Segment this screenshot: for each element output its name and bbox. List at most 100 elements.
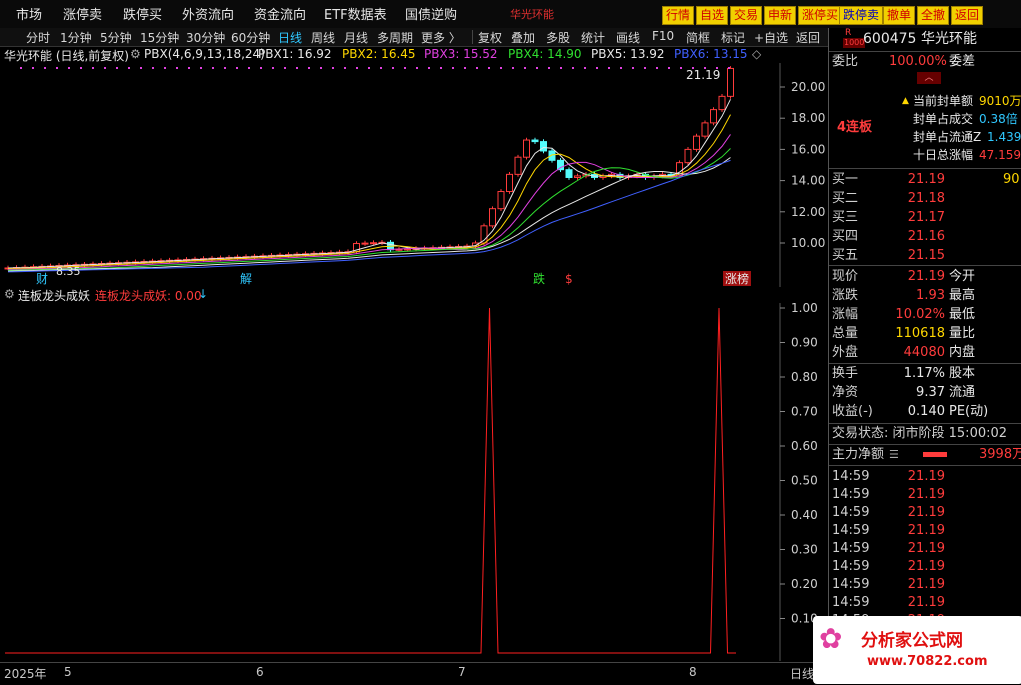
collapse-chevron-icon[interactable]: ︿ [917,72,941,84]
candle-body [701,122,709,137]
bid-row[interactable]: 买五 21.15 [829,247,1021,265]
tool-simple-frame[interactable]: 简框 [686,29,710,46]
cancel-all-button[interactable]: 全撤 [917,6,950,25]
period-more[interactable]: 更多 〉 [421,29,461,46]
date-label-month-7: 7 [458,665,466,679]
bid-price: 21.16 [907,229,945,244]
tool-back[interactable]: 返回 [796,29,820,46]
signal-dot [428,67,430,69]
seal-row-value: 47.159 [979,148,1021,162]
ipo-button[interactable]: 申新 [764,6,797,25]
signal-dot [20,67,22,69]
watchlist-button[interactable]: 自选 [696,6,729,25]
last-price-label: 21.19 [686,68,720,82]
tool-restore-rights[interactable]: 复权 [478,29,502,46]
signal-dot [212,67,214,69]
period-1min[interactable]: 1分钟 [60,29,92,46]
stat-value: 10.02% [895,307,945,322]
candle-body [370,242,377,245]
period-60min[interactable]: 60分钟 [231,29,270,46]
stat-row: 净资 9.37 流通 [829,384,1021,402]
cancel-order-button[interactable]: 撤单 [883,6,916,25]
bid-label: 买一 [832,172,859,187]
settings-gear-icon[interactable]: ⚙ [130,47,141,61]
seal-row-label: 当前封单额 [913,94,974,108]
candle-body [489,208,496,227]
period-label[interactable]: 日线 [790,665,814,682]
tool-overlay[interactable]: 叠加 [511,29,535,46]
candle-body [718,95,726,111]
date-label-month-8: 8 [689,665,697,679]
period-daily[interactable]: 日线 [278,29,302,46]
back-button[interactable]: 返回 [951,6,984,25]
tool-f10[interactable]: F10 [652,29,674,43]
signal-dot [632,67,634,69]
menu-reverse-repo[interactable]: 国债逆购 [405,4,457,23]
bid-row[interactable]: 买四 21.16 [829,228,1021,246]
r-badge: R [845,28,852,38]
limit-up-buy-button[interactable]: 涨停买 [798,6,843,25]
menu-foreign-flow[interactable]: 外资流向 [182,4,234,23]
candle-body [574,175,581,178]
menu-etf-table[interactable]: ETF数据表 [324,4,387,23]
menu-fund-flow[interactable]: 资金流向 [254,4,306,23]
pbx2-label: PBX2: 16.45 [342,47,416,61]
period-15min[interactable]: 15分钟 [140,29,179,46]
period-timeshare[interactable]: 分时 [26,29,50,46]
ma-line [7,114,731,270]
signal-dot [152,67,154,69]
tool-draw-line[interactable]: 画线 [616,29,640,46]
menu-limit-up-sell[interactable]: 涨停卖 [63,4,102,23]
period-5min[interactable]: 5分钟 [100,29,132,46]
tool-mark[interactable]: 标记 [721,29,745,46]
trade-status: 交易状态: 闭市阶段 15:00:02 [832,426,1008,441]
stat-value: 1.17% [903,366,945,381]
limit-down-sell-button[interactable]: 跌停卖 [839,6,884,25]
date-axis: 2025年 5 6 7 8 日线 [0,662,828,685]
signal-dot [80,67,82,69]
signal-dot [260,67,262,69]
bid-row[interactable]: 买一 21.19 90 [829,171,1021,189]
tick-price: 21.19 [907,541,945,556]
settings-gear-icon[interactable]: ⚙ [4,287,15,301]
signal-dot [512,67,514,69]
quote-button[interactable]: 行情 [662,6,695,25]
tick-price: 21.19 [907,595,945,610]
signal-dot [176,67,178,69]
period-weekly[interactable]: 周线 [311,29,335,46]
bid-row[interactable]: 买三 21.17 [829,209,1021,227]
period-monthly[interactable]: 月线 [344,29,368,46]
candle-body [557,159,564,171]
signal-dot [32,67,34,69]
event-marker: $ [565,272,573,286]
period-30min[interactable]: 30分钟 [186,29,225,46]
bid-row[interactable]: 买二 21.18 [829,190,1021,208]
collapse-diamond-icon[interactable]: ◇ [752,47,761,61]
period-multi[interactable]: 多周期 [377,29,413,46]
signal-dot [668,67,670,69]
menu-stock-name[interactable]: 华光环能 [510,6,554,22]
sub-indicator-name[interactable]: 连板龙头成妖 [18,287,90,304]
signal-dot [104,67,106,69]
signal-dot [308,67,310,69]
signal-dot [608,67,610,69]
pbx4-label: PBX4: 14.90 [508,47,582,61]
tick-row: 14:59 21.19 [829,576,1021,594]
list-icon[interactable]: ☰ [889,446,899,464]
trade-button[interactable]: 交易 [730,6,763,25]
y-tick-label: 0.70 [791,405,818,419]
tool-add-watchlist[interactable]: +自选 [754,29,788,46]
tool-statistics[interactable]: 统计 [581,29,605,46]
y-tick-label: 1.00 [791,303,818,315]
stat-row: 换手 1.17% 股本 [829,365,1021,383]
menu-market[interactable]: 市场 [16,4,42,23]
chart-title: 华光环能 (日线,前复权) [4,49,129,63]
stat-label-2: 最高 [949,288,976,303]
stat-label: 涨幅 [832,307,859,322]
indicator-name[interactable]: PBX(4,6,9,13,18,24) [144,47,265,61]
menu-limit-down-buy[interactable]: 跌停买 [123,4,162,23]
signal-dot [224,67,226,69]
event-marker: 财 [36,272,48,286]
signal-dot [404,67,406,69]
tool-multi-stock[interactable]: 多股 [546,29,570,46]
